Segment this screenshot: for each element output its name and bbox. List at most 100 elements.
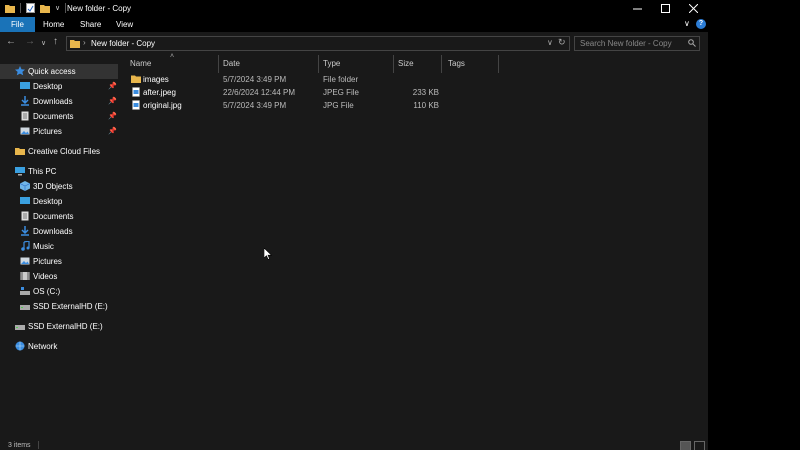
file-explorer-window: ∨ New folder - Copy File Home Share View… [0, 0, 708, 450]
sidebar-item-downloads[interactable]: Downloads [0, 224, 118, 239]
expand-ribbon-chevron-icon[interactable]: ∨ [684, 19, 690, 28]
sidebar-item-pictures[interactable]: Pictures 📌 [0, 124, 118, 139]
address-history-chevron-icon[interactable]: ∨ [547, 38, 553, 47]
sidebar-item-desktop[interactable]: Desktop 📌 [0, 79, 118, 94]
pictures-icon [20, 257, 30, 265]
file-size: 233 KB [412, 88, 439, 97]
back-arrow-icon[interactable]: ← [6, 37, 16, 47]
column-divider[interactable] [318, 55, 319, 73]
file-date: 5/7/2024 3:49 PM [223, 101, 287, 110]
customize-toolbar-chevron-icon[interactable]: ∨ [55, 4, 60, 12]
pin-icon[interactable]: 📌 [108, 82, 117, 90]
sidebar-item-label: This PC [28, 167, 57, 176]
maximize-button[interactable] [650, 0, 680, 17]
pin-icon[interactable]: 📌 [108, 127, 117, 135]
cube-icon [20, 181, 30, 191]
sidebar-item-label: Documents [33, 112, 74, 121]
details-view-button[interactable] [680, 441, 691, 450]
sidebar-item-label: Downloads [33, 227, 73, 236]
videos-icon [20, 272, 30, 280]
pin-icon[interactable]: 📌 [108, 112, 117, 120]
column-divider[interactable] [441, 55, 442, 73]
column-header-type[interactable]: Type [323, 59, 340, 71]
minimize-button[interactable] [622, 0, 652, 17]
image-file-icon [132, 100, 140, 110]
column-divider[interactable] [498, 55, 499, 73]
documents-icon [21, 211, 29, 221]
ribbon-tabs: File Home Share View ∨ [0, 17, 708, 32]
desktop-icon [20, 82, 30, 89]
sidebar-item-3d-objects[interactable]: 3D Objects [0, 179, 118, 194]
image-file-icon [132, 87, 140, 97]
column-divider[interactable] [218, 55, 219, 73]
tab-view[interactable]: View [108, 17, 141, 32]
sidebar-item-documents[interactable]: Documents [0, 209, 118, 224]
file-name: after.jpeg [143, 88, 176, 97]
sidebar-item-label: 3D Objects [33, 182, 73, 191]
new-folder-icon[interactable] [40, 4, 50, 13]
star-icon [15, 66, 25, 76]
minimize-icon [632, 8, 642, 10]
tab-file[interactable]: File [0, 17, 35, 32]
sidebar-item-desktop[interactable]: Desktop [0, 194, 118, 209]
sidebar-item-os-c[interactable]: OS (C:) [0, 284, 118, 299]
close-icon [688, 4, 698, 13]
folder-icon [70, 40, 80, 48]
sidebar-item-ssd-externalhd[interactable]: SSD ExternalHD (E:) [0, 299, 118, 314]
refresh-icon[interactable]: ↻ [558, 37, 566, 48]
sidebar-item-pictures[interactable]: Pictures [0, 254, 118, 269]
close-button[interactable] [678, 0, 708, 17]
sidebar-item-label: OS (C:) [33, 287, 61, 296]
pin-icon[interactable]: 📌 [108, 97, 117, 105]
status-bar: 3 items [0, 440, 708, 450]
tab-home[interactable]: Home [35, 17, 72, 32]
maximize-icon [660, 4, 670, 13]
sidebar-item-documents[interactable]: Documents 📌 [0, 109, 118, 124]
help-icon[interactable]: ? [696, 19, 706, 29]
table-row[interactable]: after.jpeg 22/6/2024 12:44 PM JPEG File … [126, 86, 456, 99]
sidebar-item-label: Creative Cloud Files [28, 147, 101, 156]
sidebar-item-downloads[interactable]: Downloads 📌 [0, 94, 118, 109]
breadcrumb-current-folder[interactable]: New folder - Copy [91, 39, 155, 48]
sidebar-item-network[interactable]: Network [0, 339, 118, 354]
recent-locations-chevron-icon[interactable]: ∨ [41, 39, 46, 49]
desktop-icon [20, 197, 30, 204]
folder-icon [131, 75, 141, 83]
column-header-date[interactable]: Date [223, 59, 240, 71]
column-header-name[interactable]: Name [130, 59, 151, 71]
properties-icon[interactable] [26, 3, 35, 13]
search-placeholder: Search New folder - Copy [580, 39, 672, 48]
file-type: JPEG File [323, 88, 360, 97]
file-size: 110 KB [413, 101, 439, 110]
file-list: ˄ Name Date Type Size Tags images 5/7/20… [118, 53, 708, 440]
address-bar[interactable]: › New folder - Copy ∨ ↻ [66, 36, 570, 51]
download-icon [21, 226, 29, 236]
column-header-size[interactable]: Size [398, 59, 414, 71]
folder-icon [5, 4, 15, 13]
search-input[interactable]: Search New folder - Copy [574, 36, 700, 51]
up-arrow-icon[interactable]: ↑ [53, 37, 58, 47]
tab-share[interactable]: Share [72, 17, 109, 32]
quick-access-toolbar: ∨ [5, 3, 67, 13]
drive-icon [15, 325, 25, 330]
sidebar-item-label: Desktop [33, 82, 63, 91]
column-divider[interactable] [393, 55, 394, 73]
sidebar-item-creative-cloud-files[interactable]: Creative Cloud Files [0, 144, 118, 159]
large-icons-view-button[interactable] [694, 441, 705, 450]
file-type: JPG File [323, 101, 354, 110]
table-row[interactable]: original.jpg 5/7/2024 3:49 PM JPG File 1… [126, 99, 456, 112]
table-row[interactable]: images 5/7/2024 3:49 PM File folder [126, 73, 456, 86]
sidebar-item-ssd-externalhd[interactable]: SSD ExternalHD (E:) [0, 319, 118, 334]
column-header-tags[interactable]: Tags [448, 59, 465, 71]
sidebar-item-this-pc[interactable]: This PC [0, 164, 118, 179]
file-date: 5/7/2024 3:49 PM [223, 75, 287, 84]
item-count: 3 items [8, 442, 31, 449]
window-title: New folder - Copy [67, 4, 132, 13]
sidebar-item-quick-access[interactable]: Quick access [0, 64, 118, 79]
forward-arrow-icon[interactable]: → [25, 37, 35, 47]
divider [20, 3, 21, 13]
breadcrumb-separator-icon[interactable]: › [83, 38, 86, 47]
sidebar-item-videos[interactable]: Videos [0, 269, 118, 284]
sidebar-item-label: SSD ExternalHD (E:) [28, 322, 103, 331]
sidebar-item-music[interactable]: Music [0, 239, 118, 254]
